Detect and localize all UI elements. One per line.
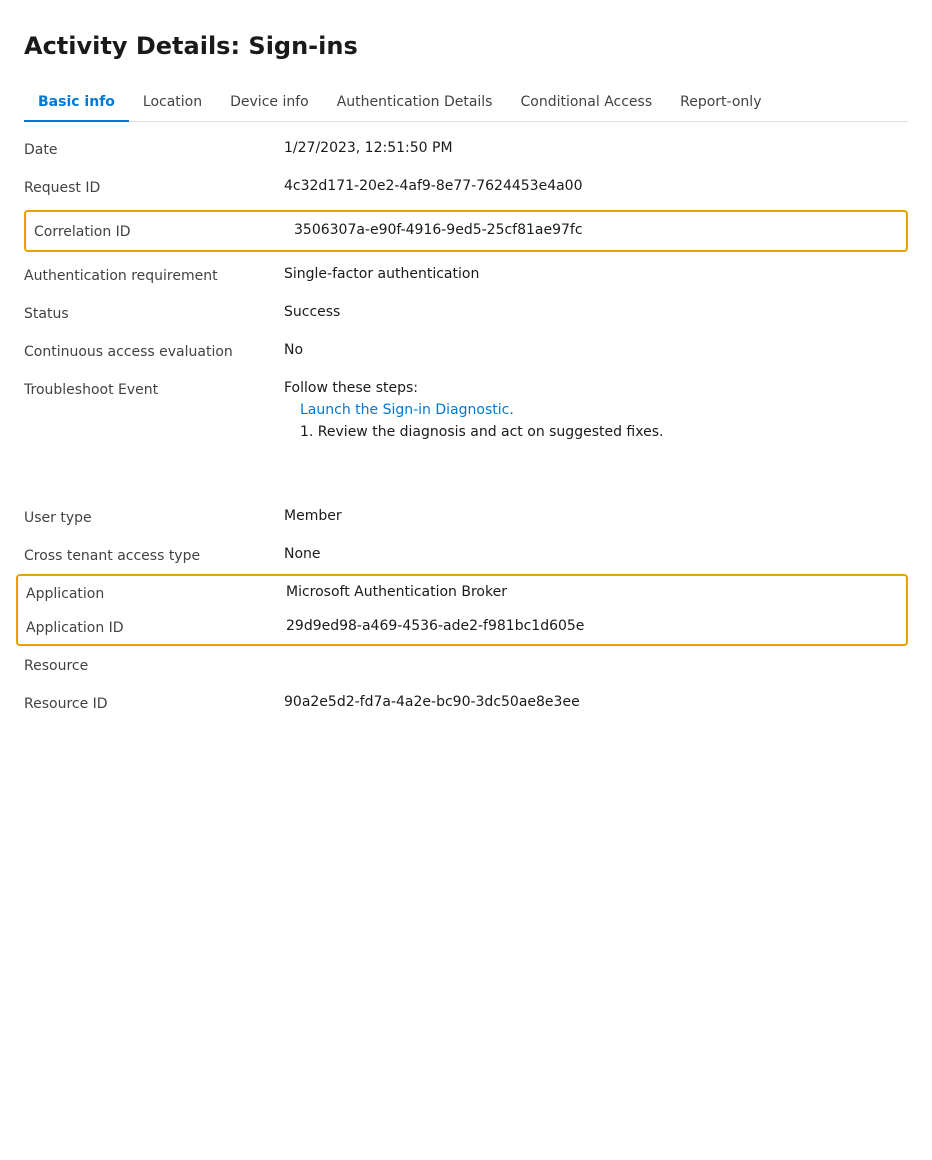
- field-user-type-value: Member: [284, 508, 908, 524]
- page-title: Activity Details: Sign-ins: [24, 32, 908, 60]
- field-status-label: Status: [24, 304, 284, 322]
- troubleshoot-step: 1. Review the diagnosis and act on sugge…: [284, 424, 908, 440]
- field-cross-tenant-label: Cross tenant access type: [24, 546, 284, 564]
- tab-device-info[interactable]: Device info: [216, 84, 323, 122]
- tab-bar: Basic info Location Device info Authenti…: [24, 84, 908, 122]
- field-application-id-label: Application ID: [26, 618, 286, 636]
- field-correlation-id-label: Correlation ID: [34, 222, 294, 240]
- field-auth-requirement: Authentication requirement Single-factor…: [24, 256, 908, 294]
- troubleshoot-follow-text: Follow these steps:: [284, 380, 908, 396]
- field-request-id-label: Request ID: [24, 178, 284, 196]
- field-auth-requirement-label: Authentication requirement: [24, 266, 284, 284]
- field-troubleshoot-value: Follow these steps: Launch the Sign-in D…: [284, 380, 908, 440]
- field-cross-tenant: Cross tenant access type None: [24, 536, 908, 574]
- tab-content: Date 1/27/2023, 12:51:50 PM Request ID 4…: [24, 122, 908, 722]
- field-continuous-access-value: No: [284, 342, 908, 358]
- field-correlation-id: Correlation ID 3506307a-e90f-4916-9ed5-2…: [34, 214, 898, 248]
- tab-basic-info[interactable]: Basic info: [24, 84, 129, 122]
- field-continuous-access: Continuous access evaluation No: [24, 332, 908, 370]
- field-auth-requirement-value: Single-factor authentication: [284, 266, 908, 282]
- field-troubleshoot: Troubleshoot Event Follow these steps: L…: [24, 370, 908, 450]
- field-status: Status Success: [24, 294, 908, 332]
- field-user-type-label: User type: [24, 508, 284, 526]
- field-date: Date 1/27/2023, 12:51:50 PM: [24, 130, 908, 168]
- field-troubleshoot-label: Troubleshoot Event: [24, 380, 284, 398]
- field-user-type: User type Member: [24, 498, 908, 536]
- field-cross-tenant-value: None: [284, 546, 908, 562]
- field-resource-id: Resource ID 90a2e5d2-fd7a-4a2e-bc90-3dc5…: [24, 684, 908, 722]
- field-request-id: Request ID 4c32d171-20e2-4af9-8e77-76244…: [24, 168, 908, 206]
- tab-report-only[interactable]: Report-only: [666, 84, 775, 122]
- field-request-id-value: 4c32d171-20e2-4af9-8e77-7624453e4a00: [284, 178, 908, 194]
- troubleshoot-link[interactable]: Launch the Sign-in Diagnostic.: [284, 402, 908, 418]
- field-correlation-id-value: 3506307a-e90f-4916-9ed5-25cf81ae97fc: [294, 222, 898, 238]
- field-status-value: Success: [284, 304, 908, 320]
- field-application-label: Application: [26, 584, 286, 602]
- tab-conditional-access[interactable]: Conditional Access: [506, 84, 666, 122]
- field-application-value: Microsoft Authentication Broker: [286, 584, 898, 600]
- field-application-id: Application ID 29d9ed98-a469-4536-ade2-f…: [26, 610, 898, 644]
- field-resource-label: Resource: [24, 656, 284, 674]
- field-application-id-value: 29d9ed98-a469-4536-ade2-f981bc1d605e: [286, 618, 898, 634]
- field-date-value: 1/27/2023, 12:51:50 PM: [284, 140, 908, 156]
- field-resource-id-value: 90a2e5d2-fd7a-4a2e-bc90-3dc50ae8e3ee: [284, 694, 908, 710]
- field-date-label: Date: [24, 140, 284, 158]
- correlation-id-highlight: Correlation ID 3506307a-e90f-4916-9ed5-2…: [24, 210, 908, 252]
- field-application: Application Microsoft Authentication Bro…: [26, 576, 898, 610]
- field-continuous-access-label: Continuous access evaluation: [24, 342, 284, 360]
- field-resource: Resource: [24, 646, 908, 684]
- field-resource-id-label: Resource ID: [24, 694, 284, 712]
- application-highlight: Application Microsoft Authentication Bro…: [16, 574, 908, 646]
- tab-authentication-details[interactable]: Authentication Details: [323, 84, 507, 122]
- tab-location[interactable]: Location: [129, 84, 216, 122]
